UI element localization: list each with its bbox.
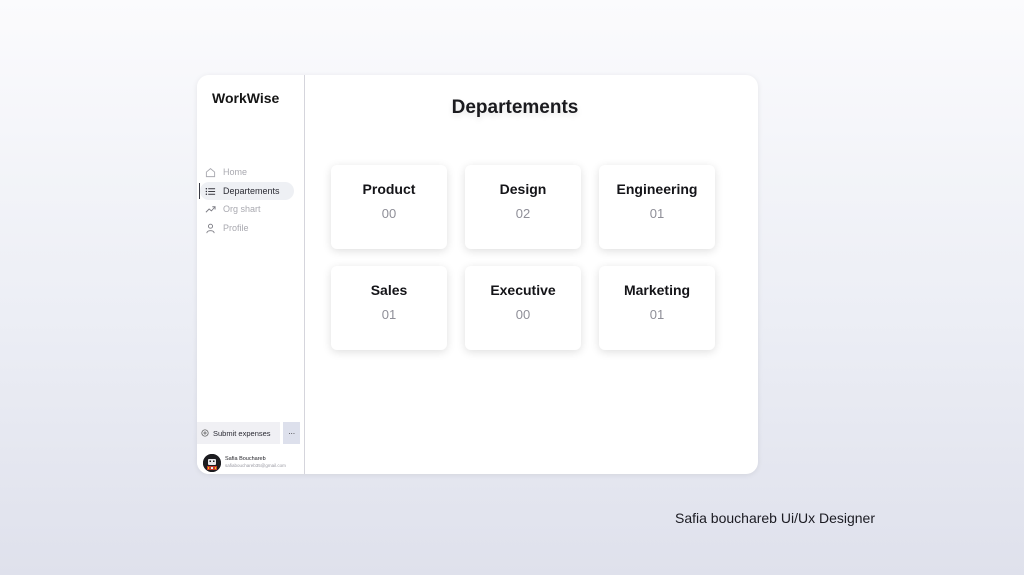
sidebar-item-label: Org shart xyxy=(223,204,261,214)
designer-credit: Safia bouchareb Ui/Ux Designer xyxy=(675,510,875,526)
department-count: 02 xyxy=(515,206,531,221)
sidebar-nav: Home Departements Org shart Profile xyxy=(197,163,304,237)
avatar-image xyxy=(203,454,221,472)
department-name: Design xyxy=(499,181,547,197)
brand-logo: WorkWise xyxy=(212,90,280,106)
app-window: WorkWise Home Departements Org shart Pro… xyxy=(197,75,758,474)
list-icon xyxy=(205,187,216,195)
department-name: Engineering xyxy=(616,181,698,197)
trending-up-icon xyxy=(205,206,216,213)
department-count: 00 xyxy=(381,206,397,221)
sidebar-item-profile[interactable]: Profile xyxy=(197,219,304,237)
sidebar-item-label: Profile xyxy=(223,222,249,233)
department-count: 01 xyxy=(649,206,665,221)
department-name: Sales xyxy=(370,282,408,298)
department-card-design[interactable]: Design 02 xyxy=(465,165,581,249)
page-title: Departements xyxy=(451,97,579,118)
department-card-product[interactable]: Product 00 xyxy=(331,165,447,249)
home-icon xyxy=(205,168,216,178)
department-name: Marketing xyxy=(623,282,691,298)
sidebar-item-label: Departements xyxy=(223,185,280,196)
department-name: Product xyxy=(362,181,416,197)
user-email: safiabouchareb35@gmail.com xyxy=(225,463,286,468)
sidebar-item-home[interactable]: Home xyxy=(197,163,304,181)
plus-circle-icon xyxy=(201,429,209,437)
department-count: 00 xyxy=(515,307,531,322)
sidebar-item-label: Home xyxy=(223,167,248,177)
submit-expenses-label: Submit expenses xyxy=(213,428,271,438)
user-icon xyxy=(206,223,215,233)
user-name: Safia Bouchareb xyxy=(225,456,266,462)
department-card-engineering[interactable]: Engineering 01 xyxy=(599,165,715,249)
department-card-executive[interactable]: Executive 00 xyxy=(465,266,581,350)
department-count: 01 xyxy=(649,307,665,322)
department-card-sales[interactable]: Sales 01 xyxy=(331,266,447,350)
submit-expenses-button[interactable]: Submit expenses xyxy=(197,422,280,444)
department-count: 01 xyxy=(381,307,397,322)
submit-expenses-row: Submit expenses ··· xyxy=(197,422,303,444)
department-name: Executive xyxy=(490,282,556,298)
sidebar-item-org-shart[interactable]: Org shart xyxy=(197,200,304,218)
sidebar: WorkWise Home Departements Org shart Pro… xyxy=(197,75,305,474)
avatar xyxy=(203,454,221,472)
more-options-button[interactable]: ··· xyxy=(283,422,300,444)
sidebar-item-departements[interactable]: Departements xyxy=(197,181,304,200)
user-profile[interactable]: Safia Bouchareb safiabouchareb35@gmail.c… xyxy=(203,454,303,474)
department-card-marketing[interactable]: Marketing 01 xyxy=(599,266,715,350)
